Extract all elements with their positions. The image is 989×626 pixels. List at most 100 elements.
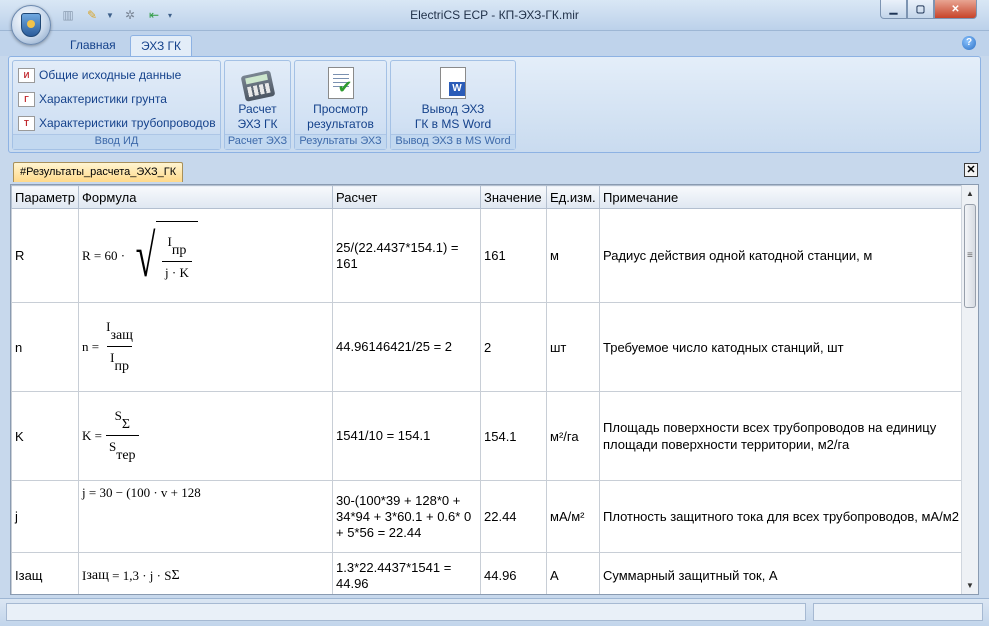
calc-button-line1: Расчет (238, 102, 277, 116)
group-label-word: Вывод ЭХЗ в MS Word (391, 134, 515, 149)
word-button-line1: Вывод ЭХЗ (421, 102, 485, 116)
close-button[interactable]: ✕ (934, 0, 977, 19)
app-menu-button[interactable] (11, 5, 51, 45)
cell-unit: шт (546, 302, 600, 392)
den-subscript: пр (114, 359, 129, 374)
cell-note: Площадь поверхности всех трубопроводов н… (599, 391, 964, 481)
tab-ehz-gk[interactable]: ЭХЗ ГК (130, 35, 193, 56)
cell-param: Iзащ (11, 552, 79, 594)
soil-icon: Г (18, 91, 35, 107)
cell-formula: j = 30 − (100 · v + 128 (78, 480, 333, 553)
status-panel-main (6, 603, 806, 621)
ribbon-panel: И Общие исходные данные Г Характеристики… (8, 56, 981, 153)
pipeline-icon: Т (18, 115, 35, 131)
cell-formula: Iзащ = 1,3 · j · SΣ (78, 552, 333, 594)
formula-lhs: K (82, 428, 92, 443)
fraction: Iзащ Iпр (103, 319, 136, 375)
help-icon[interactable]: ? (962, 36, 976, 50)
table-row[interactable]: Iзащ Iзащ = 1,3 · j · SΣ 1.3*22.4437*154… (11, 552, 964, 594)
numerator: SΣ (112, 408, 133, 435)
fraction: SΣ Sтер (105, 408, 139, 464)
column-header-value[interactable]: Значение (480, 185, 547, 209)
cell-formula: K = SΣ Sтер (78, 391, 333, 481)
scroll-thumb[interactable] (964, 204, 976, 308)
general-data-button[interactable]: И Общие исходные данные (18, 65, 181, 85)
calc-ehz-button[interactable]: Расчет ЭХЗ ГК (225, 67, 290, 132)
cell-param: n (11, 302, 79, 392)
denominator: Iпр (107, 346, 132, 375)
formula-k: K = SΣ Sтер (82, 408, 143, 464)
cell-value: 2 (480, 302, 547, 392)
results-table: Параметр Формула Расчет Значение Ед.изм.… (11, 185, 964, 594)
formula-r: R = 60 · √ Iпр j · K (82, 220, 198, 291)
window-controls: ▁ ▢ ✕ (880, 0, 977, 20)
cell-value: 161 (480, 208, 547, 303)
formula-coef: 60 (104, 247, 118, 263)
view-results-button[interactable]: Просмотр результатов (295, 67, 386, 132)
cell-unit: м²/га (546, 391, 600, 481)
vertical-scrollbar[interactable]: ▲ ▼ (961, 185, 978, 594)
maximize-button[interactable]: ▢ (907, 0, 934, 19)
table-row[interactable]: K K = SΣ Sтер 1541/10 = 154.1 154.1 м²/г… (11, 391, 964, 481)
status-bar (0, 598, 989, 626)
input-data-icon: И (18, 67, 35, 83)
results-doc-icon (327, 67, 354, 99)
pipeline-characteristics-label: Характеристики трубопроводов (39, 116, 216, 130)
cell-value: 154.1 (480, 391, 547, 481)
scroll-up-icon[interactable]: ▲ (962, 185, 978, 202)
cell-formula: R = 60 · √ Iпр j · K (78, 208, 333, 303)
table-row[interactable]: j j = 30 − (100 · v + 128 30-(100*39 + 1… (11, 480, 964, 553)
calc-button-line2: ЭХЗ ГК (237, 117, 278, 131)
close-document-button[interactable]: ✕ (964, 163, 978, 177)
formula-dot: · (120, 247, 126, 263)
column-header-unit[interactable]: Ед.изм. (546, 185, 600, 209)
formula-eq: = (91, 339, 100, 354)
group-label-input: Ввод ИД (13, 134, 220, 149)
column-header-note[interactable]: Примечание (599, 185, 964, 209)
formula-i: Iзащ = 1,3 · j · SΣ (82, 568, 180, 584)
cell-param: K (11, 391, 79, 481)
formula-eq: = (94, 428, 102, 443)
tab-home[interactable]: Главная (60, 35, 126, 56)
close-icon: ✕ (951, 3, 960, 15)
word-doc-icon (440, 67, 466, 99)
table-row[interactable]: R R = 60 · √ Iпр j · K 25/(22.4437*154.1… (11, 208, 964, 303)
soil-characteristics-button[interactable]: Г Характеристики грунта (18, 89, 167, 109)
cell-value: 44.96 (480, 552, 547, 594)
formula-rhs: = 1,3 · j · S (112, 567, 172, 583)
minimize-icon: ▁ (889, 3, 898, 15)
numerator: Iзащ (103, 319, 136, 346)
group-label-results: Результаты ЭХЗ (295, 134, 386, 149)
fraction: Iпр j · K (162, 234, 192, 281)
group-results: Просмотр результатов Результаты ЭХЗ (294, 60, 387, 150)
group-label-calc: Расчет ЭХЗ (225, 134, 290, 149)
denominator: j · K (162, 260, 192, 281)
column-header-param[interactable]: Параметр (11, 185, 79, 209)
lhs-subscript: защ (86, 567, 109, 583)
scroll-down-icon[interactable]: ▼ (962, 577, 978, 594)
minimize-button[interactable]: ▁ (880, 0, 907, 19)
title-bar: ▥ ✎ ▼ ✲ ⇤ ▾ ElectriCS ECP - КП-ЭХЗ-ГК.mi… (0, 0, 989, 31)
results-grid: Параметр Формула Расчет Значение Ед.изм.… (10, 184, 979, 595)
export-word-button[interactable]: Вывод ЭХЗ ГК в MS Word (391, 67, 515, 132)
status-panel-secondary (813, 603, 983, 621)
table-header-row: Параметр Формула Расчет Значение Ед.изм.… (11, 185, 964, 209)
maximize-icon: ▢ (915, 3, 926, 15)
formula-lhs: R (82, 247, 91, 263)
app-logo-icon (21, 13, 41, 37)
group-calc: Расчет ЭХЗ ГК Расчет ЭХЗ (224, 60, 291, 150)
column-header-formula[interactable]: Формула (78, 185, 333, 209)
cell-param: R (11, 208, 79, 303)
den-subscript: тер (116, 448, 136, 463)
formula-n: n = Iзащ Iпр (82, 319, 140, 375)
column-header-calc[interactable]: Расчет (332, 185, 481, 209)
cell-calc: 25/(22.4437*154.1) = 161 (332, 208, 481, 303)
cell-note: Плотность защитного тока для всех трубоп… (599, 480, 964, 553)
table-row[interactable]: n n = Iзащ Iпр 44.96146421/25 = 2 2 шт Т… (11, 302, 964, 392)
cell-value: 22.44 (480, 480, 547, 553)
pipeline-characteristics-button[interactable]: Т Характеристики трубопроводов (18, 113, 216, 133)
close-icon: ✕ (966, 164, 976, 176)
cell-unit: А (546, 552, 600, 594)
results-document-tab[interactable]: #Результаты_расчета_ЭХЗ_ГК (13, 162, 184, 182)
cell-calc: 1.3*22.4437*1541 = 44.96 (332, 552, 481, 594)
